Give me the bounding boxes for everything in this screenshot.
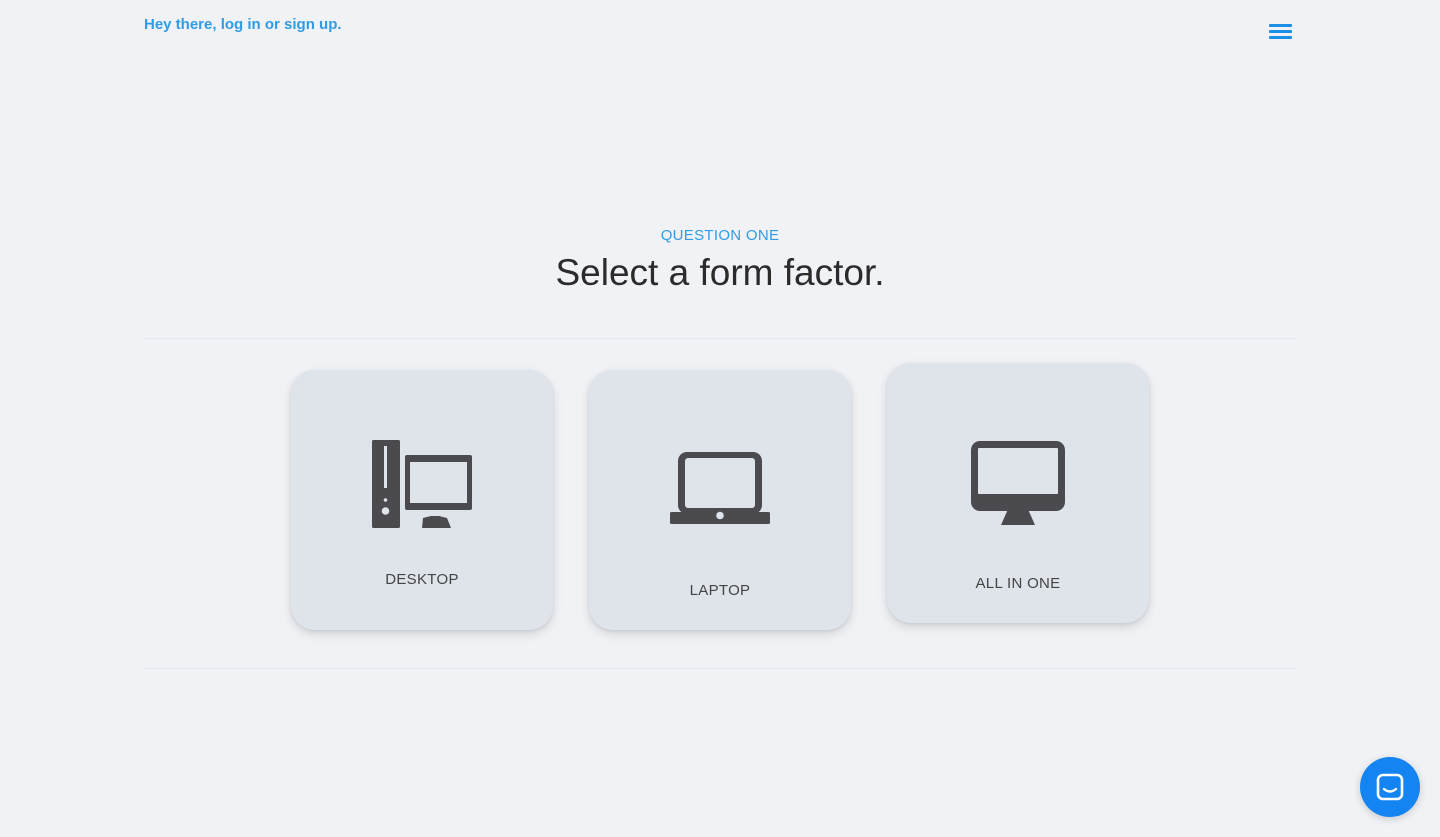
desktop-tower-monitor-icon [291, 440, 553, 533]
option-card-all-in-one[interactable]: ALL IN ONE [887, 363, 1149, 623]
question-number: QUESTION ONE [660, 227, 780, 244]
menu-line [1269, 24, 1292, 27]
menu-line [1269, 30, 1292, 33]
hamburger-menu-button[interactable] [1268, 21, 1294, 41]
option-label: DESKTOP [385, 571, 459, 588]
page: Hey there, log in or sign up. QUESTION O… [0, 0, 1440, 837]
bottom-divider [144, 668, 1296, 669]
login-signup-link[interactable]: Hey there, log in or sign up. [144, 15, 342, 35]
top-divider [144, 338, 1296, 339]
laptop-icon [589, 452, 851, 529]
question-title: Select a form factor. [555, 252, 885, 293]
chat-launcher-button[interactable] [1360, 757, 1420, 817]
option-card-laptop[interactable]: LAPTOP [589, 370, 851, 630]
option-label: ALL IN ONE [975, 575, 1061, 592]
chat-bubble-icon [1376, 773, 1404, 801]
option-label: LAPTOP [689, 582, 751, 599]
option-card-desktop[interactable]: DESKTOP [291, 370, 553, 630]
menu-line [1269, 36, 1292, 39]
all-in-one-monitor-icon [887, 441, 1149, 530]
